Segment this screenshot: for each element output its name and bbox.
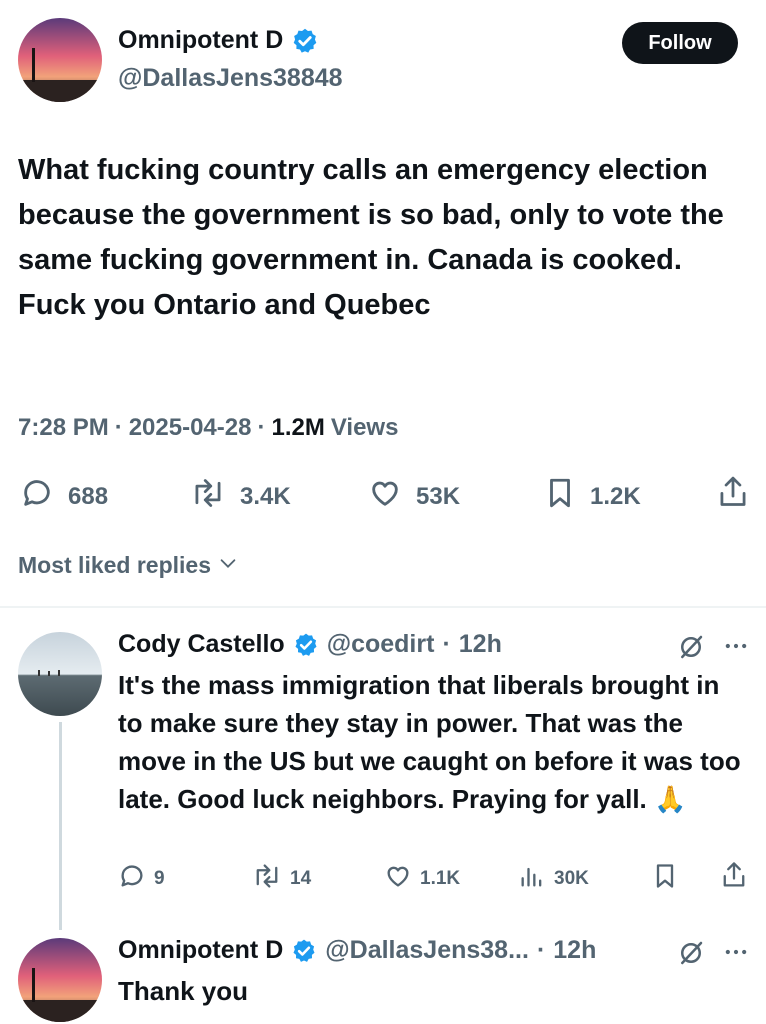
reply-like-button[interactable]: 1.1K bbox=[384, 862, 460, 896]
reply-author-name[interactable]: Cody Castello bbox=[118, 630, 285, 659]
reply-avatar[interactable] bbox=[18, 632, 102, 716]
reply-author-handle[interactable]: @coedirt bbox=[327, 630, 435, 659]
reply-repost-button[interactable]: 14 bbox=[252, 862, 311, 896]
share-button[interactable] bbox=[716, 474, 750, 517]
like-button[interactable]: 53K bbox=[368, 476, 460, 517]
separator: · bbox=[442, 630, 451, 658]
views-count: 30K bbox=[554, 868, 589, 889]
like-count: 1.1K bbox=[420, 868, 461, 889]
like-icon bbox=[368, 476, 402, 517]
repost-icon bbox=[190, 476, 226, 517]
reply-views-button[interactable]: 30K bbox=[518, 862, 589, 896]
reply-icon bbox=[20, 476, 54, 517]
grok-icon[interactable] bbox=[676, 632, 706, 667]
views-count[interactable]: 1.2M bbox=[271, 414, 324, 442]
verified-badge-icon bbox=[291, 938, 317, 964]
tweet-text: What fucking country calls an emergency … bbox=[18, 154, 724, 321]
views-label: Views bbox=[330, 414, 399, 441]
tweet-meta: 7:28 PM · 2025-04-28 · 1.2M Views bbox=[18, 414, 398, 442]
repost-icon bbox=[252, 862, 282, 896]
tweet-date[interactable]: 2025-04-28 bbox=[129, 414, 252, 442]
like-count: 53K bbox=[416, 482, 461, 510]
reply-age[interactable]: 12h bbox=[459, 630, 502, 659]
reply-count: 688 bbox=[68, 482, 109, 510]
repost-count: 14 bbox=[290, 868, 312, 889]
reply-text: Thank you bbox=[118, 976, 249, 1006]
reply-share-button[interactable] bbox=[720, 860, 748, 896]
separator: · bbox=[257, 414, 266, 441]
thread-line bbox=[59, 722, 62, 930]
follow-button[interactable]: Follow bbox=[622, 22, 738, 64]
author-avatar[interactable] bbox=[18, 18, 102, 102]
more-icon[interactable] bbox=[722, 632, 750, 665]
reply-button[interactable]: 688 bbox=[20, 476, 108, 517]
reply-reply-button[interactable]: 9 bbox=[118, 862, 165, 896]
verified-badge-icon bbox=[293, 632, 319, 658]
reply-text: It's the mass immigration that liberals … bbox=[118, 670, 741, 814]
reply-bookmark-button[interactable] bbox=[652, 862, 678, 896]
bookmark-icon bbox=[544, 476, 576, 517]
tweet-time[interactable]: 7:28 PM bbox=[18, 414, 109, 442]
replies-sort-label: Most liked replies bbox=[18, 552, 212, 578]
separator: · bbox=[536, 936, 546, 964]
reply-icon bbox=[118, 862, 146, 896]
author-name[interactable]: Omnipotent D bbox=[118, 26, 283, 55]
divider bbox=[0, 606, 766, 608]
reply-count: 9 bbox=[154, 868, 165, 889]
like-icon bbox=[384, 862, 412, 896]
reply-author-handle[interactable]: @DallasJens38... bbox=[325, 936, 529, 965]
bookmark-icon bbox=[652, 862, 678, 896]
reply-age[interactable]: 12h bbox=[553, 936, 596, 965]
share-icon bbox=[720, 860, 748, 896]
repost-count: 3.4K bbox=[240, 482, 291, 510]
views-icon bbox=[518, 862, 546, 896]
repost-button[interactable]: 3.4K bbox=[190, 476, 291, 517]
replies-sort-dropdown[interactable]: Most liked replies bbox=[18, 552, 239, 579]
author-handle[interactable]: @DallasJens38848 bbox=[118, 64, 343, 93]
reply-avatar[interactable] bbox=[18, 938, 102, 1022]
grok-icon[interactable] bbox=[676, 938, 706, 973]
more-icon[interactable] bbox=[722, 938, 750, 971]
bookmark-button[interactable]: 1.2K bbox=[544, 476, 641, 517]
verified-badge-icon bbox=[291, 27, 319, 55]
bookmark-count: 1.2K bbox=[590, 482, 641, 510]
reply-author-name[interactable]: Omnipotent D bbox=[118, 936, 283, 965]
share-icon bbox=[716, 474, 750, 517]
separator: · bbox=[114, 414, 123, 441]
chevron-down-icon bbox=[217, 552, 239, 579]
